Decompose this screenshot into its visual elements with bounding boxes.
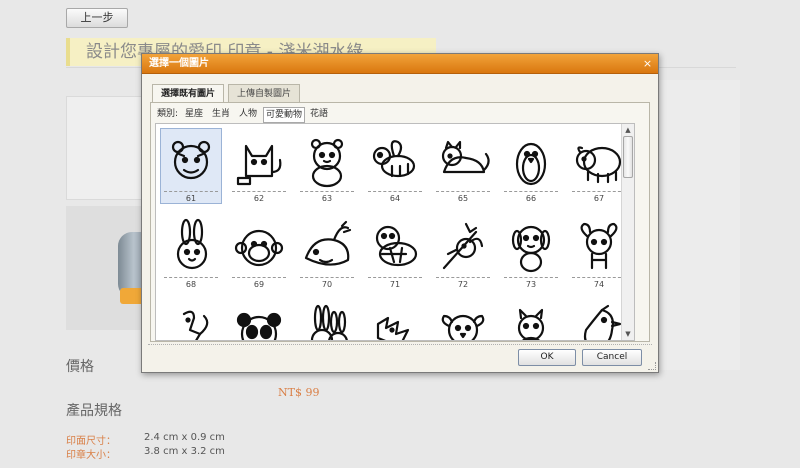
bee-icon — [372, 140, 416, 178]
price-value: NT$ 99 — [278, 386, 320, 399]
design-preview-panel — [66, 96, 142, 200]
image-number: 66 — [525, 194, 537, 203]
price-label: 價格 — [66, 359, 94, 375]
label-divider — [504, 191, 558, 192]
cancel-button[interactable]: Cancel — [582, 349, 642, 366]
image-number: 68 — [185, 280, 197, 289]
label-divider — [368, 191, 422, 192]
panda-icon — [236, 312, 282, 340]
category-zodiac[interactable]: 生肖 — [212, 107, 230, 123]
ok-button[interactable]: OK — [518, 349, 576, 366]
spec-key: 印面尺寸： — [66, 436, 116, 447]
back-button[interactable]: 上一步 — [66, 8, 128, 28]
dialog-title: 選擇一個圖片 — [149, 58, 209, 69]
spec-key: 印章大小： — [66, 450, 116, 461]
category-people[interactable]: 人物 — [239, 107, 257, 123]
image-cell[interactable]: 66 — [500, 128, 562, 208]
image-number: 65 — [457, 194, 469, 203]
image-number: 69 — [253, 280, 265, 289]
dragon-icon — [376, 316, 410, 340]
sheep-icon — [575, 146, 622, 184]
resize-grip-icon[interactable] — [648, 362, 656, 370]
scroll-down-icon[interactable]: ▼ — [622, 328, 634, 340]
image-cell[interactable] — [364, 300, 426, 340]
label-divider — [572, 191, 626, 192]
grid-scrollbar[interactable]: ▲ ▼ — [621, 124, 634, 340]
label-divider — [436, 191, 490, 192]
image-cell[interactable]: 72 — [432, 214, 494, 294]
dialog-titlebar[interactable]: 選擇一個圖片 × — [142, 54, 658, 74]
label-divider — [164, 277, 218, 278]
image-grid: 61 62 63 64 65 66 67 68 69 70 71 72 73 74 ▲ ▼ — [155, 123, 635, 341]
image-number: 73 — [525, 280, 537, 289]
image-cell[interactable] — [432, 300, 494, 340]
image-number: 71 — [389, 280, 401, 289]
image-number: 70 — [321, 280, 333, 289]
scroll-thumb[interactable] — [623, 136, 633, 178]
image-cell[interactable]: 61 — [160, 128, 222, 208]
penguin-icon — [515, 142, 547, 186]
category-horoscope[interactable]: 星座 — [185, 107, 203, 123]
whale-icon — [304, 220, 352, 266]
category-flowers[interactable]: 花語 — [310, 107, 328, 123]
label-divider — [572, 277, 626, 278]
image-cell[interactable] — [296, 300, 358, 340]
dog-icon — [511, 225, 551, 273]
image-cell[interactable]: 64 — [364, 128, 426, 208]
kitten-icon — [517, 308, 545, 340]
label-divider — [368, 277, 422, 278]
tiger-icon — [171, 140, 211, 180]
image-number: 62 — [253, 194, 265, 203]
image-picker-dialog: 選擇一個圖片 × 選擇既有圖片 上傳自製圖片 類別: 星座 生肖 人物 可愛動物… — [141, 53, 659, 373]
close-icon[interactable]: × — [641, 57, 654, 70]
monkey-icon — [234, 229, 284, 267]
tab-choose-existing[interactable]: 選擇既有圖片 — [152, 84, 224, 104]
label-divider — [232, 191, 286, 192]
image-cell[interactable]: 62 — [228, 128, 290, 208]
image-number: 61 — [185, 194, 197, 203]
chick-icon — [441, 314, 485, 340]
label-divider — [300, 277, 354, 278]
bird-icon — [583, 304, 622, 340]
label-divider — [504, 277, 558, 278]
category-label: 類別: — [157, 109, 179, 119]
rabbit-icon — [176, 218, 208, 270]
squirrel-icon — [182, 310, 209, 340]
bird-on-branch-icon — [442, 222, 484, 270]
image-cell[interactable]: 70 — [296, 214, 358, 294]
turtle-icon — [375, 225, 418, 267]
image-number: 63 — [321, 194, 333, 203]
tab-upload-custom[interactable]: 上傳自製圖片 — [228, 84, 300, 103]
side-panel — [660, 80, 740, 370]
ram-icon — [580, 222, 618, 270]
spec-value: 3.8 cm x 3.2 cm — [144, 446, 225, 457]
label-divider — [300, 191, 354, 192]
image-cell[interactable]: 65 — [432, 128, 494, 208]
image-cell[interactable]: 69 — [228, 214, 290, 294]
category-cute-animals[interactable]: 可愛動物 — [263, 107, 306, 123]
image-number: 64 — [389, 194, 401, 203]
label-divider — [164, 191, 218, 192]
image-cell[interactable] — [228, 300, 290, 340]
image-cell[interactable]: 71 — [364, 214, 426, 294]
lying-cat-icon — [441, 140, 490, 174]
dialog-footer-divider — [148, 344, 652, 345]
bunnies-icon — [310, 304, 348, 340]
image-cell[interactable]: 73 — [500, 214, 562, 294]
spec-title: 產品規格 — [66, 403, 122, 419]
image-cell[interactable] — [500, 300, 562, 340]
image-cell[interactable] — [160, 300, 222, 340]
scroll-up-icon[interactable]: ▲ — [622, 124, 634, 136]
image-number: 72 — [457, 280, 469, 289]
tab-panel: 類別: 星座 生肖 人物 可愛動物 花語 61 62 63 64 65 66 67 68 69 7… — [150, 102, 650, 342]
image-cell[interactable]: 68 — [160, 214, 222, 294]
label-divider — [436, 277, 490, 278]
label-divider — [232, 277, 286, 278]
image-cell[interactable]: 63 — [296, 128, 358, 208]
spec-value: 2.4 cm x 0.9 cm — [144, 432, 225, 443]
cat-with-bowl-icon — [236, 144, 282, 186]
bear-icon — [310, 138, 344, 188]
